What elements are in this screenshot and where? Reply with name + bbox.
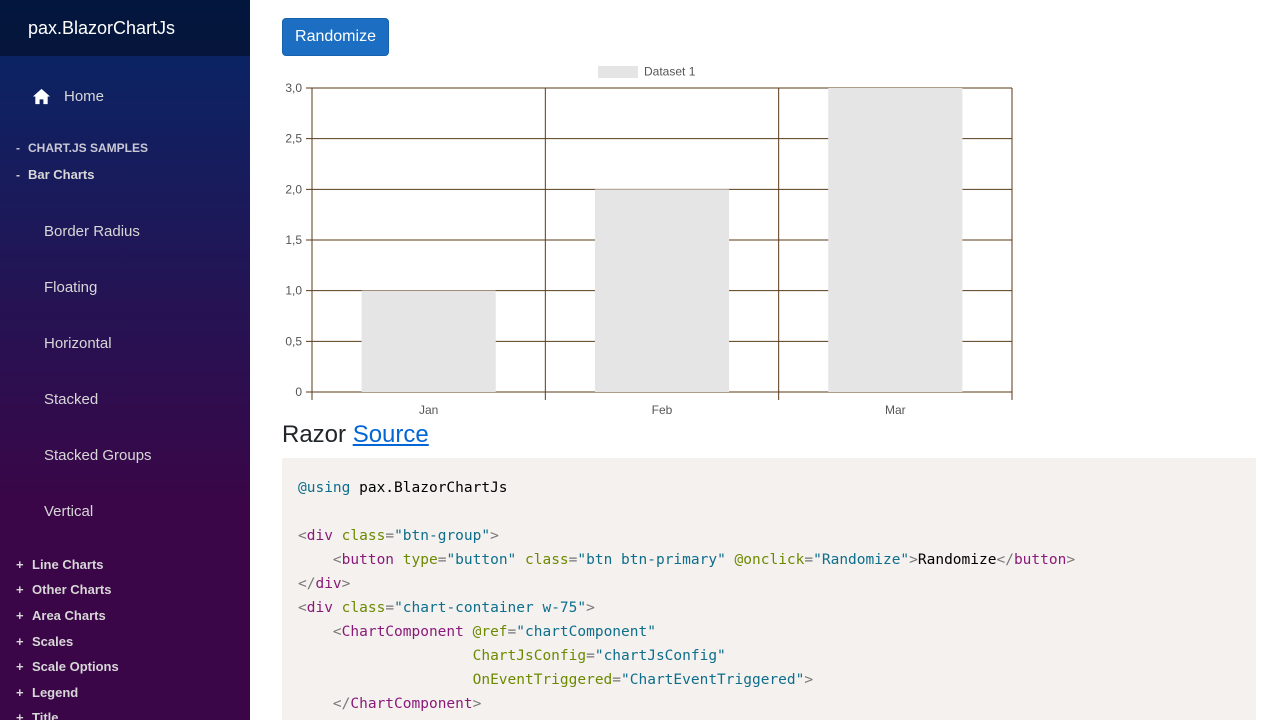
razor-heading: Razor Source: [282, 421, 429, 449]
section-chartjs-samples-label: CHART.JS SAMPLES: [28, 141, 149, 155]
y-tick-label: 1,0: [285, 284, 302, 298]
x-tick-label: Feb: [652, 403, 673, 417]
code-line: OnEventTriggered="ChartEventTriggered">: [472, 672, 814, 688]
sidebar-item-vertical[interactable]: Vertical: [44, 503, 93, 520]
bar: [828, 88, 963, 392]
sidebar-item-horizontal[interactable]: Horizontal: [44, 335, 112, 352]
legend-swatch: [598, 66, 638, 78]
sidebar-group-other-charts[interactable]: + Other Charts: [16, 582, 111, 597]
expand-sign: +: [16, 608, 24, 623]
code-line: @using pax.BlazorChartJs: [298, 480, 508, 496]
legend-label: Dataset 1: [644, 65, 696, 79]
y-tick-label: 0,5: [285, 334, 302, 348]
expand-sign: +: [16, 710, 24, 720]
bar: [594, 189, 730, 392]
sidebar: pax.BlazorChartJs Home - CHART.JS SAMPLE…: [0, 0, 250, 720]
randomize-button[interactable]: Randomize: [282, 18, 389, 56]
x-tick-label: Jan: [419, 403, 438, 417]
expand-sign: +: [16, 582, 24, 597]
y-tick-label: 2,0: [285, 182, 302, 196]
razor-heading-label: Razor: [282, 421, 347, 448]
y-tick-label: 1,5: [285, 233, 302, 247]
code-line: </ChartComponent>: [332, 696, 482, 712]
sidebar-group-label: Line Charts: [32, 557, 104, 572]
sidebar-group-label: Other Charts: [32, 582, 112, 597]
brand-link[interactable]: pax.BlazorChartJs: [28, 18, 175, 39]
sidebar-group-label: Title: [32, 710, 59, 720]
code-line: ChartJsConfig="chartJsConfig": [472, 648, 726, 664]
collapse-sign: -: [16, 141, 20, 155]
sidebar-item-home[interactable]: Home: [32, 86, 104, 106]
expand-sign: +: [16, 634, 24, 649]
sidebar-item-stacked[interactable]: Stacked: [44, 391, 98, 408]
bar: [361, 290, 496, 392]
expand-sign: +: [16, 557, 24, 572]
home-icon: [32, 88, 51, 104]
code-block: @using pax.BlazorChartJs <div class="btn…: [282, 458, 1256, 720]
section-chartjs-samples[interactable]: - CHART.JS SAMPLES: [16, 141, 148, 155]
sidebar-group-label: Scales: [32, 634, 74, 649]
sidebar-group-legend[interactable]: + Legend: [16, 685, 78, 700]
sidebar-group-line-charts[interactable]: + Line Charts: [16, 557, 104, 572]
brand-bar: pax.BlazorChartJs: [0, 0, 250, 56]
chart-container: Dataset 1 0 0,5 1,0 1,5 2,0 2,5 3,0 Jan Feb Mar: [272, 58, 1032, 420]
section-bar-charts-label: Bar Charts: [28, 167, 95, 182]
code-line: <div class="btn-group">: [298, 528, 499, 544]
expand-sign: +: [16, 685, 24, 700]
x-tick-label: Mar: [885, 403, 906, 417]
sidebar-item-floating[interactable]: Floating: [44, 279, 97, 296]
sidebar-group-scale-options[interactable]: + Scale Options: [16, 659, 119, 674]
code-line: <ChartComponent @ref="chartComponent": [332, 624, 656, 640]
sidebar-group-area-charts[interactable]: + Area Charts: [16, 608, 106, 623]
y-tick-label: 0: [295, 385, 302, 399]
sidebar-group-label: Legend: [32, 685, 79, 700]
code-line: <button type="button" class="btn btn-pri…: [332, 552, 1076, 568]
main-content: Randomize Dataset 1 0 0,5 1,0 1,5 2,0 2,5 3,0 Ja…: [250, 0, 1280, 720]
sidebar-group-label: Area Charts: [32, 608, 106, 623]
sidebar-item-home-label: Home: [64, 87, 105, 105]
sidebar-item-stacked-groups[interactable]: Stacked Groups: [44, 447, 152, 464]
source-link[interactable]: Source: [353, 421, 429, 448]
section-bar-charts[interactable]: - Bar Charts: [16, 167, 94, 182]
collapse-sign: -: [16, 167, 20, 182]
y-tick-label: 3,0: [285, 81, 302, 95]
bar-chart[interactable]: Dataset 1 0 0,5 1,0 1,5 2,0 2,5 3,0 Jan Feb Mar: [272, 58, 1032, 420]
sidebar-group-scales[interactable]: + Scales: [16, 634, 73, 649]
sidebar-item-border-radius[interactable]: Border Radius: [44, 223, 140, 240]
code-line: <div class="chart-container w-75">: [298, 600, 595, 616]
expand-sign: +: [16, 659, 24, 674]
y-tick-label: 2,5: [285, 132, 302, 146]
sidebar-group-title[interactable]: + Title: [16, 710, 59, 720]
sidebar-group-label: Scale Options: [32, 659, 119, 674]
code-line: </div>: [298, 576, 351, 592]
